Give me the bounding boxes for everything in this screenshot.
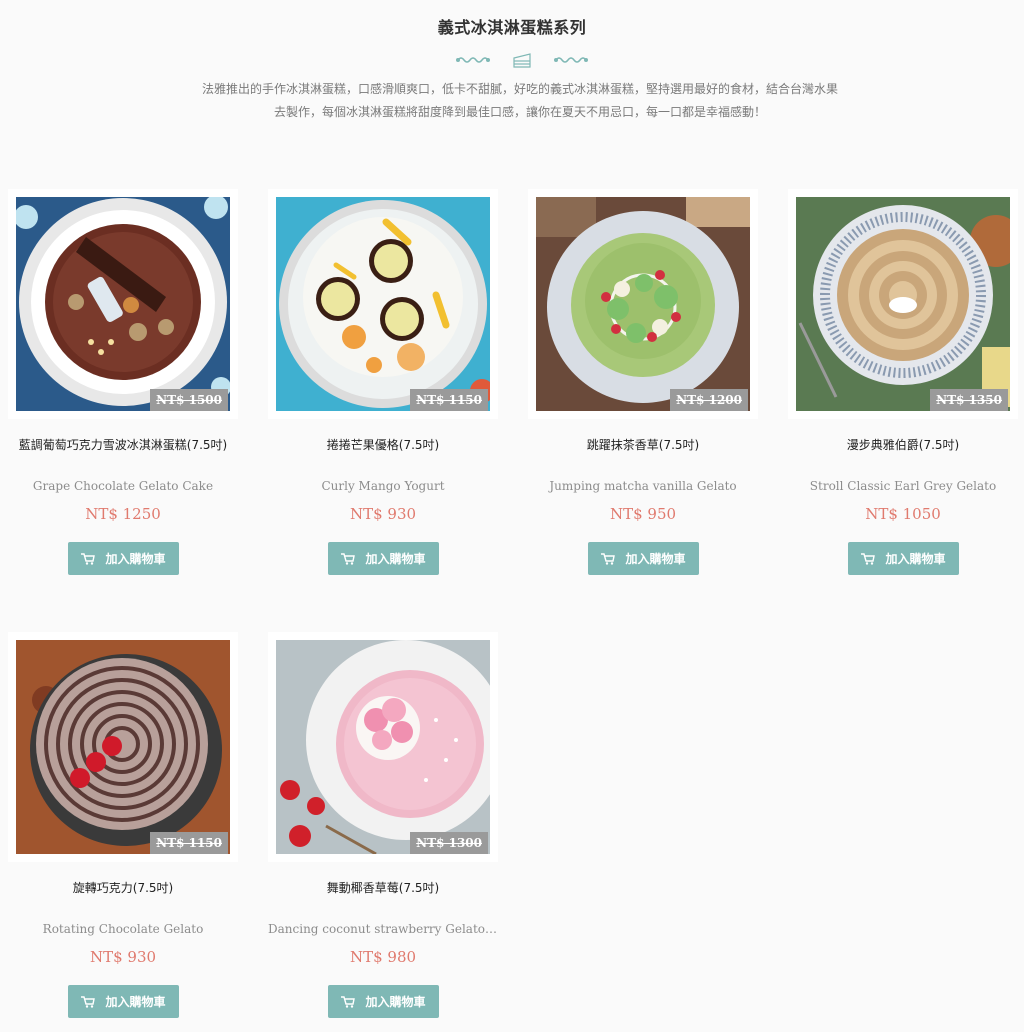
title-divider — [456, 53, 588, 68]
cake-icon — [513, 53, 531, 68]
add-to-cart-button[interactable]: 加入購物車 — [328, 542, 439, 575]
product-image[interactable]: NT$ 1150 — [8, 632, 238, 862]
product-name-en: Stroll Classic Earl Grey Gelato — [809, 479, 997, 493]
add-to-cart-label: 加入購物車 — [365, 995, 426, 1009]
product-price: NT$ 980 — [349, 948, 417, 966]
product-card: NT$ 1350 漫步典雅伯爵(7.5吋) Stroll Classic Ear… — [782, 189, 1022, 589]
matcha-cake-icon — [536, 197, 750, 411]
product-price: NT$ 930 — [89, 948, 157, 966]
product-image[interactable]: NT$ 1200 — [528, 189, 758, 419]
add-to-cart-label: 加入購物車 — [885, 552, 946, 566]
add-to-cart-label: 加入購物車 — [105, 995, 166, 1009]
product-image[interactable]: NT$ 1300 — [268, 632, 498, 862]
strawberry-cake-icon — [276, 640, 490, 854]
original-price: NT$ 1350 — [930, 389, 1008, 411]
mango-cake-icon — [276, 197, 490, 411]
original-price: NT$ 1300 — [410, 832, 488, 854]
product-name-en: Dancing coconut strawberry Gelato ... — [268, 922, 498, 936]
product-card: NT$ 1150 旋轉巧克力(7.5吋) Rotating Chocolate … — [2, 632, 242, 1032]
add-to-cart-button[interactable]: 加入購物車 — [328, 985, 439, 1018]
product-card: NT$ 1500 藍調葡萄巧克力雪波冰淇淋蛋糕(7.5吋) Grape Choc… — [2, 189, 242, 589]
cart-icon — [341, 552, 356, 565]
cart-icon — [341, 995, 356, 1008]
cart-icon — [601, 552, 616, 565]
earl-grey-cake-icon — [796, 197, 1010, 411]
add-to-cart-button[interactable]: 加入購物車 — [68, 542, 179, 575]
product-image[interactable]: NT$ 1150 — [268, 189, 498, 419]
product-card: NT$ 1200 跳躍抹茶香草(7.5吋) Jumping matcha van… — [522, 189, 762, 589]
product-card: NT$ 1300 舞動椰香草莓(7.5吋) Dancing coconut st… — [262, 632, 502, 1032]
add-to-cart-label: 加入購物車 — [365, 552, 426, 566]
add-to-cart-label: 加入購物車 — [625, 552, 686, 566]
add-to-cart-button[interactable]: 加入購物車 — [588, 542, 699, 575]
product-image[interactable]: NT$ 1350 — [788, 189, 1018, 419]
product-name[interactable]: 捲捲芒果優格(7.5吋) — [268, 433, 498, 457]
product-name-en: Rotating Chocolate Gelato — [42, 922, 204, 936]
product-name[interactable]: 舞動椰香草莓(7.5吋) — [268, 876, 498, 900]
cart-icon — [861, 552, 876, 565]
product-name-en: Curly Mango Yogurt — [321, 479, 445, 493]
cart-icon — [81, 552, 96, 565]
product-price: NT$ 930 — [349, 505, 417, 523]
add-to-cart-button[interactable]: 加入購物車 — [68, 985, 179, 1018]
product-price: NT$ 1250 — [85, 505, 161, 523]
product-name-en: Jumping matcha vanilla Gelato — [549, 479, 737, 493]
cart-icon — [81, 995, 96, 1008]
product-name[interactable]: 跳躍抹茶香草(7.5吋) — [528, 433, 758, 457]
product-name[interactable]: 旋轉巧克力(7.5吋) — [8, 876, 238, 900]
product-price: NT$ 950 — [609, 505, 677, 523]
product-name-en: Grape Chocolate Gelato Cake — [32, 479, 214, 493]
page-title: 義式冰淇淋蛋糕系列 — [437, 18, 587, 37]
product-name[interactable]: 漫步典雅伯爵(7.5吋) — [788, 433, 1018, 457]
intro-text: 法雅推出的手作冰淇淋蛋糕，口感滑順爽口，低卡不甜膩，好吃的義式冰淇淋蛋糕，堅持選… — [201, 82, 838, 119]
add-to-cart-button[interactable]: 加入購物車 — [848, 542, 959, 575]
swirl-chocolate-cake-icon — [16, 640, 230, 854]
original-price: NT$ 1500 — [150, 389, 228, 411]
add-to-cart-label: 加入購物車 — [105, 552, 166, 566]
chocolate-cake-icon — [16, 197, 230, 411]
product-image[interactable]: NT$ 1500 — [8, 189, 238, 419]
original-price: NT$ 1200 — [670, 389, 748, 411]
product-card: NT$ 1150 捲捲芒果優格(7.5吋) Curly Mango Yogurt… — [262, 189, 502, 589]
original-price: NT$ 1150 — [410, 389, 488, 411]
original-price: NT$ 1150 — [150, 832, 228, 854]
product-name[interactable]: 藍調葡萄巧克力雪波冰淇淋蛋糕(7.5吋) — [8, 433, 238, 457]
product-price: NT$ 1050 — [865, 505, 941, 523]
